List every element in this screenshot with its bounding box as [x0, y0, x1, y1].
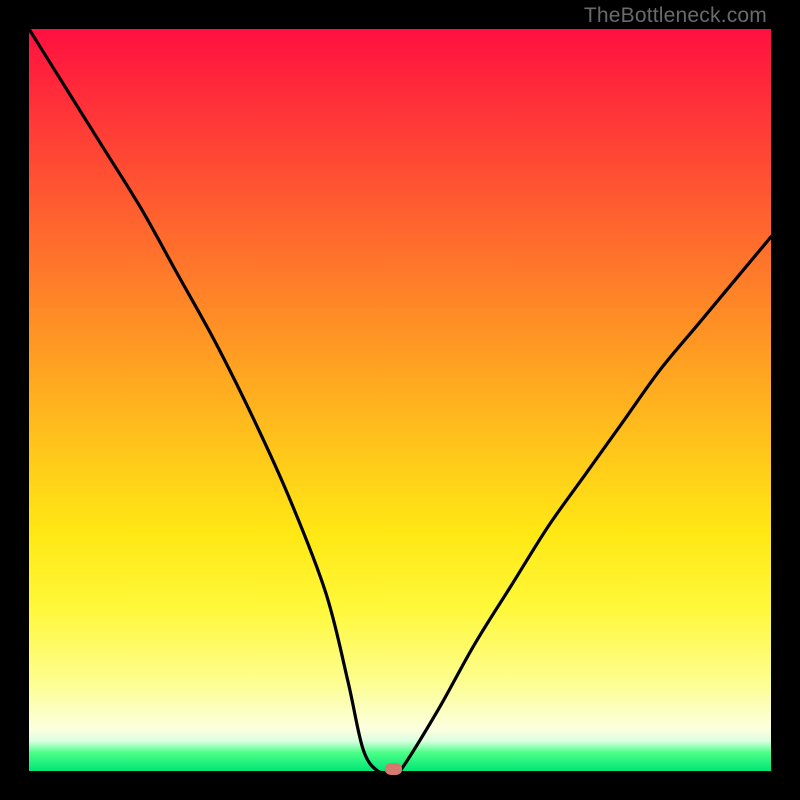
watermark-text: TheBottleneck.com — [584, 4, 767, 28]
chart-frame: TheBottleneck.com — [0, 0, 800, 800]
bottleneck-curve — [29, 29, 771, 771]
minimum-marker — [385, 763, 402, 775]
